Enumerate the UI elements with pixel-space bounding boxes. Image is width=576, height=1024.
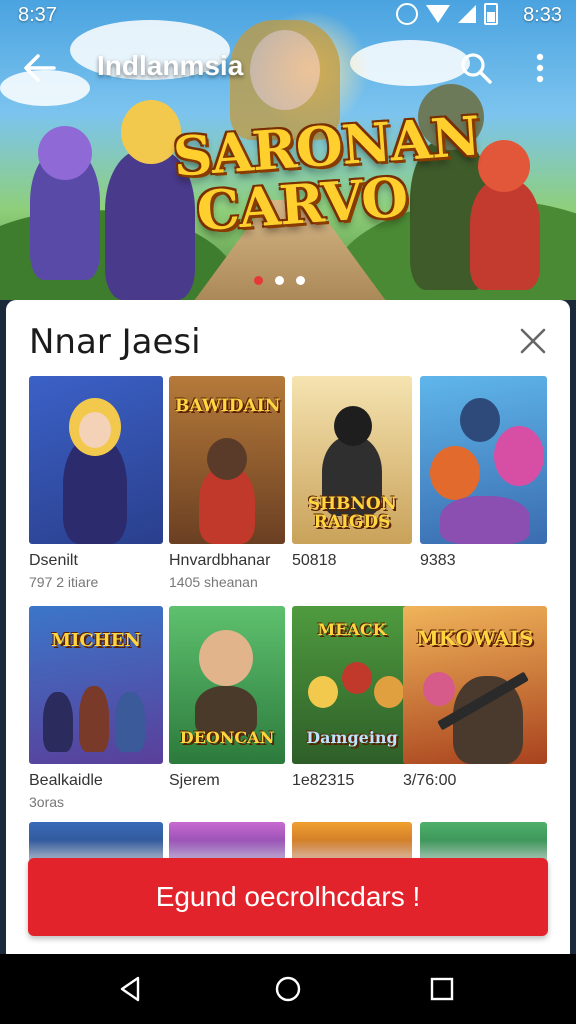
game-art-label: MKOWAIS [416, 626, 534, 650]
status-time: 8:37 [18, 4, 57, 26]
game-card[interactable]: Dsenilt 797 2 itiare [29, 376, 163, 590]
search-icon [461, 53, 492, 84]
game-card[interactable]: MKOWAIS 3/76:00 [403, 606, 547, 790]
game-card-name: 3/76:00 [403, 772, 457, 789]
game-art: BAWIDAIN [169, 376, 285, 544]
carousel-indicator[interactable] [254, 276, 305, 285]
game-art: MEACK Damgeing [292, 606, 412, 764]
game-card[interactable]: DEONCAN Sjerem [169, 606, 285, 790]
game-card-subtitle: 3oras [29, 794, 65, 810]
game-card-name: 1e82315 [292, 772, 355, 789]
hero-character [470, 140, 540, 290]
close-icon [520, 328, 546, 354]
nav-home-button[interactable] [274, 975, 302, 1003]
game-art-label: DEONCAN [179, 728, 275, 747]
wifi-icon [426, 5, 450, 23]
game-art-label: Damgeing [306, 728, 398, 747]
game-art [420, 376, 547, 544]
game-card-name: Dsenilt [29, 552, 78, 569]
hero-character [30, 126, 100, 280]
back-button[interactable] [20, 50, 60, 86]
game-card[interactable]: MICHEN Bealkaidle 3oras [29, 606, 163, 810]
alarm-icon [396, 3, 418, 25]
sheet-title: Nnar Jaesi [29, 322, 201, 362]
game-card-subtitle: 797 2 itiare [29, 574, 99, 590]
hero-game-title: SARONAN CARVO [171, 103, 481, 244]
more-vert-icon [536, 53, 544, 83]
signal-icon [458, 5, 476, 23]
status-time-right: 8:33 [523, 4, 562, 26]
game-card[interactable]: BAWIDAIN Hnvardbhanar 1405 sheanan [169, 376, 285, 590]
game-art: DEONCAN [169, 606, 285, 764]
game-art: MKOWAIS [403, 606, 547, 764]
game-card[interactable]: MEACK Damgeing 1e82315 [292, 606, 412, 790]
app-bar: Indlanmsia [0, 36, 576, 100]
bottom-sheet: Nnar Jaesi Dsenilt 797 2 itiare BAWIDAIN… [6, 300, 570, 954]
nav-recents-button[interactable] [428, 975, 456, 1003]
game-card-name: 50818 [292, 552, 337, 569]
nav-back-button[interactable] [116, 975, 144, 1003]
system-nav-bar [0, 954, 576, 1024]
primary-cta-button[interactable]: Egund oecrolhcdars ! [28, 858, 548, 936]
game-art: SHBNON RAIGDS [292, 376, 412, 544]
game-card-name: Hnvardbhanar [169, 552, 271, 569]
status-bar: 8:37 8:33 [0, 0, 576, 32]
app-title: Indlanmsia [97, 50, 244, 81]
game-card[interactable]: 9383 [420, 376, 547, 570]
nav-home-icon [275, 976, 301, 1002]
carousel-dot[interactable] [296, 276, 305, 285]
game-card-name: Sjerem [169, 772, 220, 789]
game-art [29, 376, 163, 544]
overflow-menu-button[interactable] [526, 50, 554, 86]
game-card-subtitle: 1405 sheanan [169, 574, 258, 590]
battery-icon [484, 3, 498, 25]
nav-recents-icon [430, 977, 454, 1001]
carousel-dot-active[interactable] [254, 276, 263, 285]
game-art-label: MICHEN [51, 630, 141, 651]
game-art-label: BAWIDAIN [175, 396, 281, 416]
game-art-label: MEACK [317, 620, 387, 639]
game-card[interactable]: SHBNON RAIGDS 50818 [292, 376, 412, 570]
game-art-label: SHBNON RAIGDS [307, 494, 397, 532]
carousel-dot[interactable] [275, 276, 284, 285]
game-art: MICHEN [29, 606, 163, 764]
close-button[interactable] [516, 324, 550, 358]
game-card-name: 9383 [420, 552, 456, 569]
nav-back-icon [120, 976, 140, 1002]
game-card-name: Bealkaidle [29, 772, 103, 789]
status-icons [396, 3, 498, 25]
search-button[interactable] [458, 50, 494, 86]
arrow-back-icon [24, 54, 56, 82]
hero-title-line2: CARVO [194, 164, 410, 244]
